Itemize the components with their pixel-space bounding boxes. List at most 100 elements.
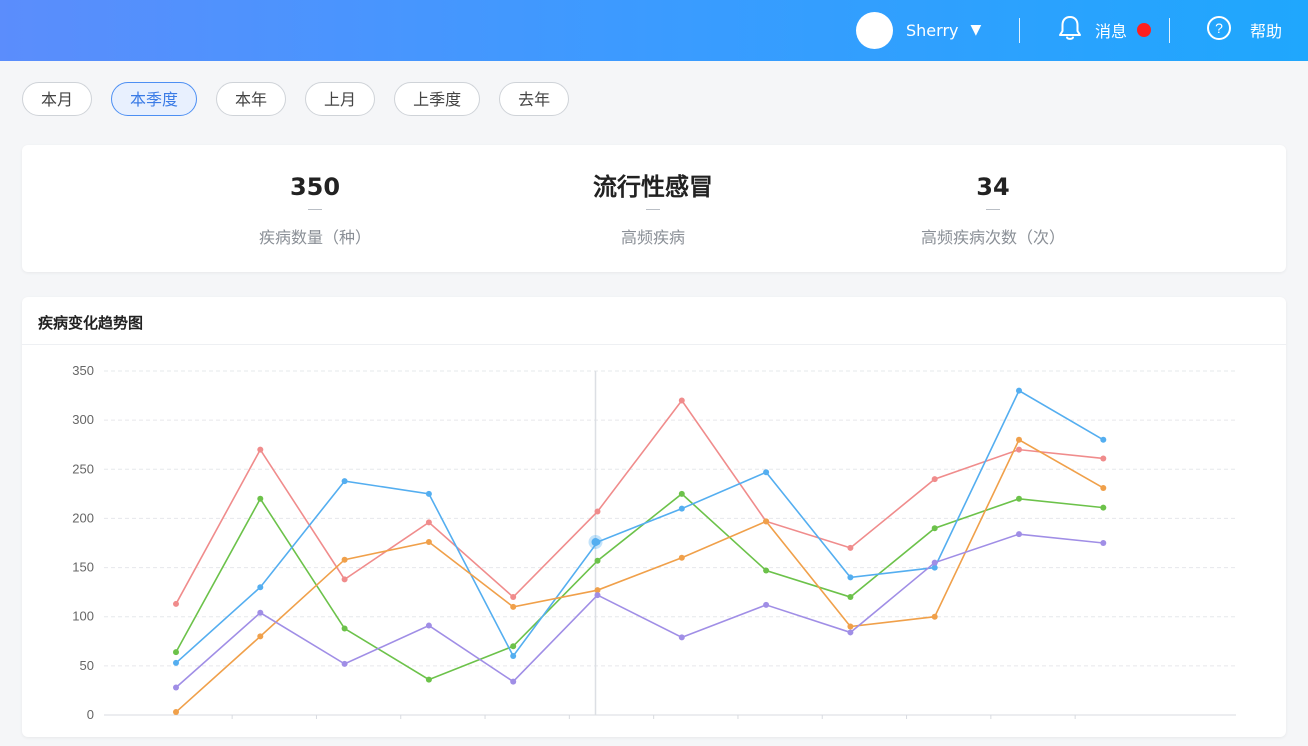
stat-dash <box>308 209 322 210</box>
y-tick-label: 300 <box>72 412 94 427</box>
y-tick-label: 200 <box>72 510 94 525</box>
filter-last-quarter[interactable]: 上季度 <box>394 82 481 116</box>
data-point <box>173 600 179 607</box>
data-point <box>847 594 854 601</box>
data-point <box>257 446 264 453</box>
period-filter-group: 本月 本季度 本年 上月 上季度 去年 <box>22 82 588 116</box>
data-point <box>594 508 601 515</box>
header-divider <box>1019 18 1020 43</box>
data-point <box>341 660 348 667</box>
data-point <box>847 544 854 551</box>
avatar[interactable] <box>856 11 893 49</box>
data-point <box>1100 504 1107 511</box>
y-tick-label: 50 <box>80 658 94 673</box>
filter-last-year[interactable]: 去年 <box>499 82 570 116</box>
bell-icon[interactable] <box>1057 14 1083 46</box>
data-point <box>847 574 854 581</box>
data-point <box>1100 484 1107 491</box>
data-point <box>510 653 517 660</box>
user-name[interactable]: Sherry <box>906 21 958 40</box>
data-point <box>425 676 432 683</box>
filter-this-year[interactable]: 本年 <box>216 82 287 116</box>
data-point <box>1016 446 1022 453</box>
data-point <box>341 625 348 632</box>
stat-value: 34 <box>976 173 1010 201</box>
data-point <box>1016 387 1022 394</box>
messages-button[interactable]: 消息 <box>1057 14 1152 46</box>
data-point <box>173 709 179 716</box>
data-point <box>425 539 432 546</box>
header-divider <box>1169 18 1170 43</box>
data-point <box>425 490 432 497</box>
data-point <box>173 649 179 656</box>
data-point <box>510 594 517 601</box>
data-point <box>257 584 264 591</box>
stat-label: 疾病数量（种） <box>258 228 371 247</box>
stat-dash <box>646 209 660 210</box>
data-point <box>510 603 517 610</box>
data-point <box>763 469 770 476</box>
trend-line-chart[interactable]: 0 50 100 150 200 250 300 350 <box>22 297 1286 737</box>
help-icon[interactable]: ? <box>1206 15 1232 45</box>
stats-card: 350 疾病数量（种） 流行性感冒 高频疾病 34 高频疾病次数（次） <box>22 145 1286 272</box>
data-point <box>1100 540 1107 546</box>
y-tick-label: 100 <box>72 609 94 624</box>
data-point <box>678 634 685 641</box>
data-point <box>510 678 517 685</box>
help-button[interactable]: ? 帮助 <box>1206 14 1282 46</box>
data-point <box>931 476 938 483</box>
data-point <box>678 397 685 404</box>
y-tick-label: 150 <box>72 560 94 575</box>
data-point <box>763 518 770 525</box>
data-point <box>931 613 938 620</box>
help-label[interactable]: 帮助 <box>1250 18 1282 42</box>
y-tick-label: 250 <box>72 461 94 476</box>
stat-value: 流行性感冒 <box>593 173 713 201</box>
user-menu[interactable]: Sherry ▼ <box>856 11 981 49</box>
data-point <box>173 684 179 691</box>
stat-label: 高频疾病 <box>620 228 685 247</box>
y-tick-label: 0 <box>87 707 94 722</box>
data-point <box>594 557 601 564</box>
stat-disease-count: 350 疾病数量（种） <box>165 145 465 248</box>
data-point <box>341 576 348 583</box>
data-point <box>847 623 854 630</box>
data-point <box>1100 436 1107 443</box>
stat-top-disease-times: 34 高频疾病次数（次） <box>843 145 1143 248</box>
filter-last-month[interactable]: 上月 <box>305 82 376 116</box>
data-point <box>931 559 938 566</box>
stat-value: 350 <box>289 173 341 201</box>
stat-label: 高频疾病次数（次） <box>920 228 1065 247</box>
y-tick-label: 350 <box>72 363 94 378</box>
data-point <box>257 609 264 616</box>
data-point <box>425 622 432 629</box>
data-point <box>1100 455 1107 462</box>
data-point <box>173 659 179 666</box>
data-point <box>257 633 264 640</box>
data-point <box>678 554 685 561</box>
chevron-down-icon[interactable]: ▼ <box>970 22 981 38</box>
filter-this-quarter[interactable]: 本季度 <box>111 82 198 116</box>
svg-text:?: ? <box>1215 20 1223 36</box>
data-point <box>1016 531 1022 538</box>
data-point <box>425 519 432 526</box>
data-point <box>763 601 770 608</box>
data-point <box>763 567 770 574</box>
series-line <box>175 438 1104 713</box>
data-point <box>847 629 854 636</box>
data-point <box>678 505 685 512</box>
top-header: Sherry ▼ 消息 ? 帮助 <box>0 0 1308 61</box>
notification-dot <box>1137 23 1152 37</box>
messages-label[interactable]: 消息 <box>1095 18 1127 42</box>
data-point <box>257 495 264 502</box>
data-point <box>510 643 517 650</box>
data-point <box>341 556 348 563</box>
data-point <box>341 478 348 485</box>
hover-point <box>591 538 600 547</box>
stat-top-disease: 流行性感冒 高频疾病 <box>503 145 803 248</box>
data-point <box>678 490 685 497</box>
data-point <box>1016 436 1022 443</box>
filter-this-month[interactable]: 本月 <box>22 82 93 116</box>
trend-chart-card: 疾病变化趋势图 0 50 100 150 200 250 300 350 <box>22 297 1286 737</box>
stat-dash <box>986 209 1000 210</box>
